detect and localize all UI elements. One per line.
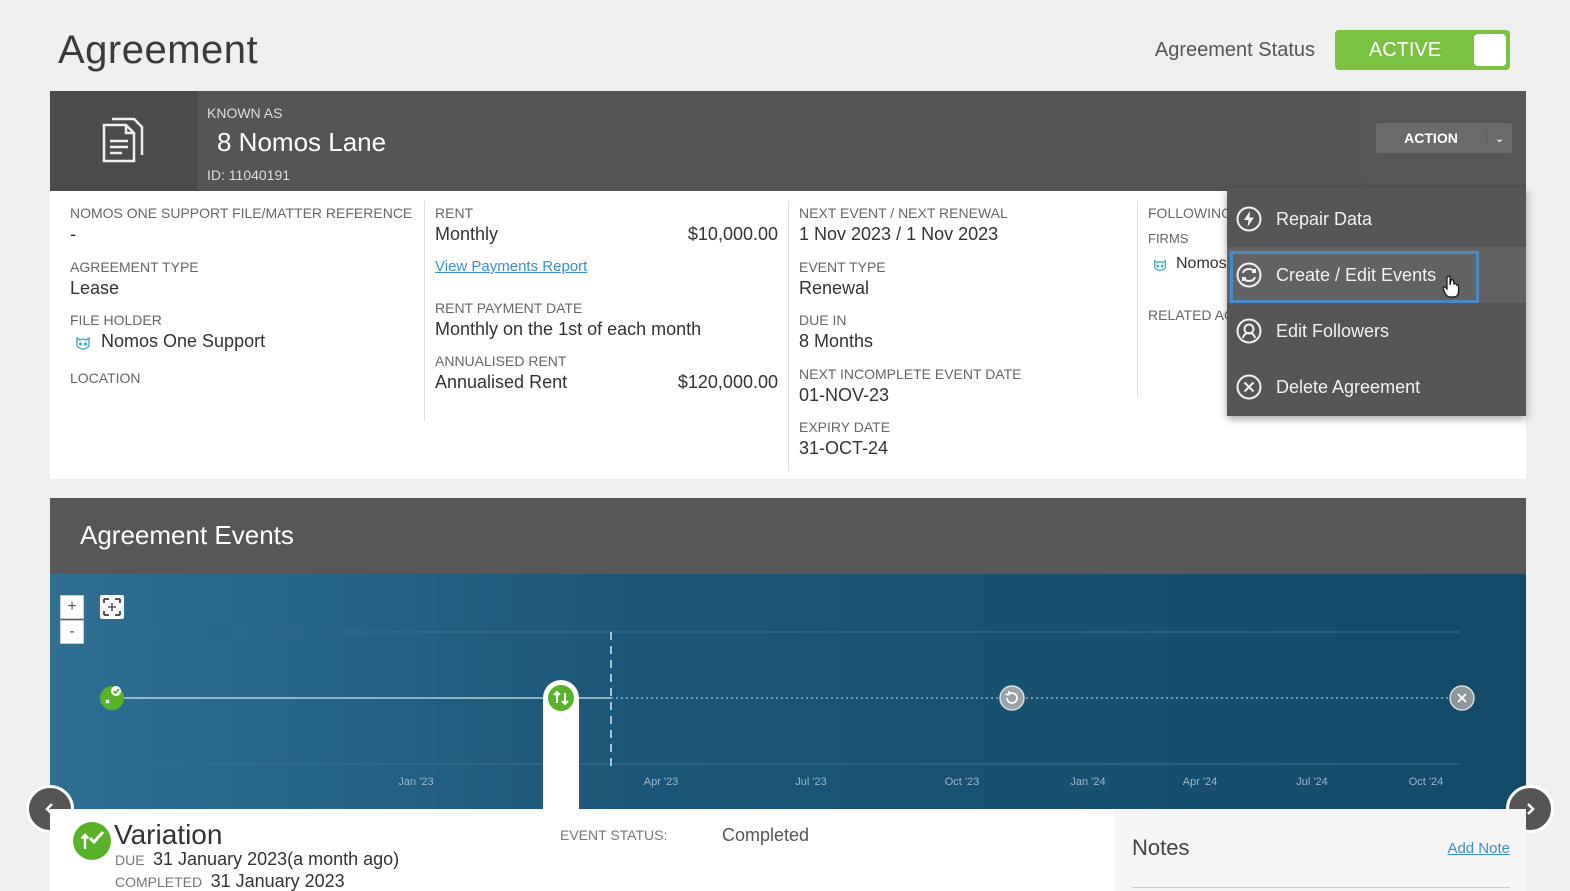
type-label: AGREEMENT TYPE	[70, 259, 199, 275]
variation-marker[interactable]	[547, 684, 575, 712]
due-row: DUE 31 January 2023(a month ago)	[115, 849, 399, 870]
bolt-icon	[1236, 206, 1262, 232]
action-area: ACTION ⌄	[1361, 91, 1526, 191]
action-button[interactable]: ACTION ⌄	[1376, 123, 1512, 153]
close-circle-icon	[1236, 374, 1262, 400]
document-icon	[50, 91, 198, 191]
holder-label: FILE HOLDER	[70, 312, 162, 328]
tick-label: Jan '24	[1070, 776, 1106, 788]
menu-label: Edit Followers	[1276, 320, 1390, 341]
annualised-label: ANNUALISED RENT	[435, 353, 567, 369]
divider	[788, 201, 789, 471]
notes-panel: Notes Add Note	[1114, 809, 1526, 891]
notes-title: Notes	[1132, 835, 1190, 860]
tick-label: Oct '24	[1408, 776, 1444, 788]
due-value: 31 January 2023(a month ago)	[153, 849, 400, 869]
annualised-amount: $120,000.00	[677, 372, 778, 392]
chevron-down-icon[interactable]: ⌄	[1486, 131, 1512, 145]
status-label: Agreement Status	[1154, 38, 1315, 61]
expiry-label: EXPIRY DATE	[799, 419, 891, 435]
status-value: ACTIVE	[1368, 38, 1442, 61]
due-in-value: 8 Months	[799, 331, 874, 351]
agreement-header: KNOWN AS 8 Nomos Lane ID: 11040191 ACTIO…	[50, 91, 1526, 191]
event-type-label: EVENT TYPE	[799, 259, 886, 275]
menu-item-delete-agreement[interactable]: Delete Agreement	[1227, 359, 1526, 415]
event-status-label: EVENT STATUS:	[560, 827, 668, 843]
agreement-name: 8 Nomos Lane	[217, 127, 387, 157]
event-status-value: Completed	[722, 825, 810, 845]
completed-value: 31 January 2023	[210, 871, 345, 891]
menu-item-edit-followers[interactable]: Edit Followers	[1227, 303, 1526, 359]
next-incomplete-value: 01-NOV-23	[799, 385, 890, 405]
divider	[1137, 201, 1138, 396]
view-payments-link[interactable]: View Payments Report	[435, 258, 587, 275]
events-title: Agreement Events	[80, 520, 294, 550]
completed-label: COMPLETED	[115, 874, 203, 890]
menu-item-repair-data[interactable]: Repair Data	[1227, 191, 1526, 247]
tick-label: Jul '23	[795, 776, 827, 788]
location-label: LOCATION	[70, 370, 141, 386]
events-header: Agreement Events	[50, 498, 1526, 574]
action-label: ACTION	[1404, 130, 1458, 146]
timeline-axis	[112, 631, 1462, 766]
payment-date-value: Monthly on the 1st of each month	[435, 319, 702, 339]
due-label: DUE	[115, 852, 145, 868]
ref-value: -	[70, 224, 76, 244]
event-detail: Variation DUE 31 January 2023(a month ag…	[50, 809, 1114, 891]
owl-icon	[1154, 259, 1166, 272]
add-note-link[interactable]: Add Note	[1447, 840, 1510, 857]
holder-value[interactable]: Nomos One Support	[101, 331, 265, 352]
toggle-knob[interactable]	[1474, 34, 1506, 66]
hand-cursor-icon	[1442, 275, 1460, 298]
annualised-name: Annualised Rent	[435, 372, 568, 392]
notes-divider	[1132, 887, 1510, 888]
owl-icon	[76, 336, 90, 350]
known-as-label: KNOWN AS	[207, 105, 283, 121]
expiry-value: 31-OCT-24	[799, 438, 889, 458]
following-label: FOLLOWING	[1148, 205, 1233, 221]
next-event-label: NEXT EVENT / NEXT RENEWAL	[799, 205, 1008, 221]
agreement-status: Agreement Status ACTIVE	[1155, 30, 1510, 70]
due-in-label: DUE IN	[799, 312, 847, 328]
rent-frequency: Monthly	[435, 224, 499, 244]
menu-label: Delete Agreement	[1276, 376, 1421, 397]
ref-label: NOMOS ONE SUPPORT FILE/MATTER REFERENCE	[70, 205, 413, 221]
event-name: Variation	[114, 819, 223, 850]
payment-date-label: RENT PAYMENT DATE	[435, 300, 583, 316]
page-title: Agreement	[58, 28, 259, 72]
rent-label: RENT	[435, 205, 474, 221]
variation-icon	[73, 822, 111, 860]
renewal-marker[interactable]	[999, 685, 1025, 711]
divider	[424, 201, 425, 421]
sync-icon	[1236, 262, 1262, 288]
related-label: RELATED AG	[1148, 307, 1235, 323]
firm-value[interactable]: Nomos	[1176, 255, 1227, 273]
tick-label: Apr '24	[1182, 776, 1218, 788]
action-menu: Repair Data Create / Edit Events Edit Fo…	[1227, 188, 1526, 416]
event-type-value: Renewal	[799, 278, 870, 298]
completed-event-marker[interactable]	[98, 684, 126, 712]
menu-label: Create / Edit Events	[1276, 264, 1437, 285]
tick-label: Oct '23	[944, 776, 980, 788]
events-timeline[interactable]: + - Jan '23 Apr '23 Jul '23 Oct '23 Jan …	[50, 574, 1526, 810]
menu-label: Repair Data	[1276, 208, 1373, 229]
completed-row: COMPLETED 31 January 2023	[115, 871, 345, 891]
tick-label: Jul '24	[1296, 776, 1328, 788]
agreement-id: ID: 11040191	[207, 167, 291, 183]
next-incomplete-label: NEXT INCOMPLETE EVENT DATE	[799, 366, 1022, 382]
type-value: Lease	[70, 278, 120, 298]
rent-amount: $10,000.00	[687, 224, 778, 244]
status-toggle[interactable]: ACTIVE	[1335, 30, 1510, 70]
next-event-value: 1 Nov 2023 / 1 Nov 2023	[799, 224, 999, 244]
firms-label: FIRMS	[1148, 231, 1189, 246]
tick-label: Jan '23	[398, 776, 434, 788]
follower-icon	[1236, 318, 1262, 344]
tick-label: Apr '23	[643, 776, 679, 788]
expiry-marker[interactable]	[1449, 685, 1475, 711]
menu-item-create-edit-events[interactable]: Create / Edit Events	[1227, 247, 1526, 303]
